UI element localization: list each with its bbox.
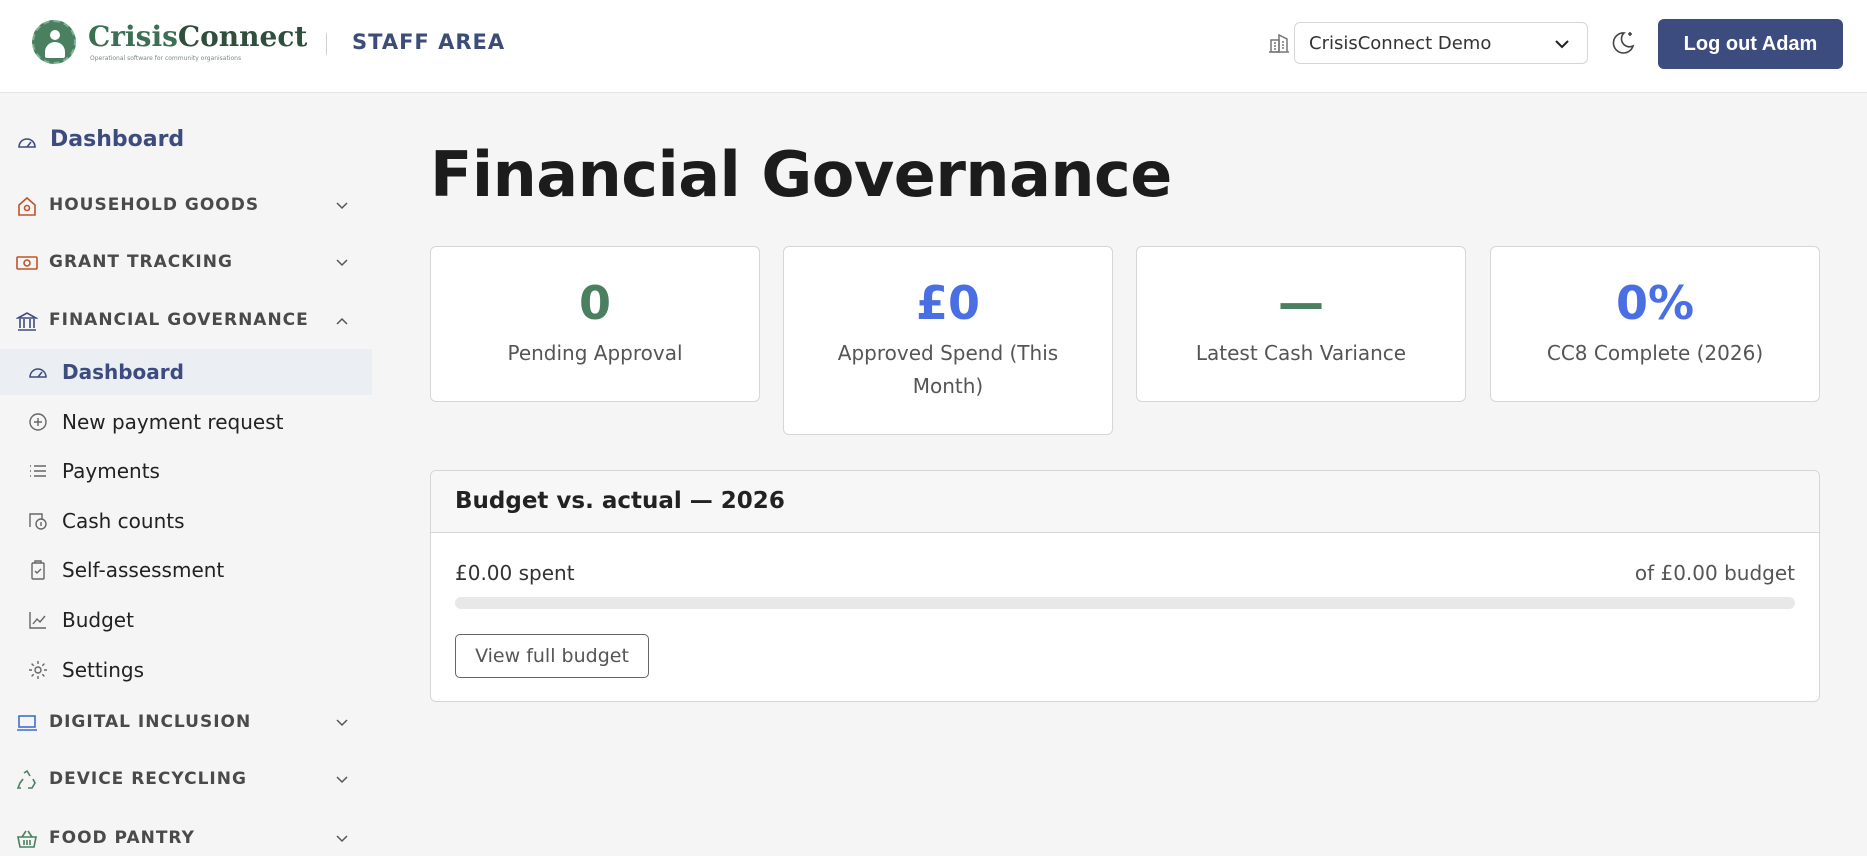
stat-value: 0 bbox=[578, 276, 611, 330]
chevron-down-icon bbox=[336, 259, 348, 267]
logo-name: CrisisConnect bbox=[88, 20, 308, 53]
cash-icon bbox=[16, 256, 38, 270]
list-icon bbox=[30, 465, 46, 477]
stat-card-pending-approval: 0 Pending Approval bbox=[430, 246, 760, 402]
sidebar-item-settings[interactable]: Settings bbox=[0, 647, 372, 693]
sidebar-section-digital-inclusion[interactable]: DIGITAL INCLUSION bbox=[16, 708, 356, 738]
stat-label: Approved Spend (This Month) bbox=[837, 341, 1059, 398]
sidebar-section-grant-tracking[interactable]: GRANT TRACKING bbox=[16, 248, 356, 278]
stat-value: 0% bbox=[1615, 276, 1695, 330]
clipboard-check-icon bbox=[31, 560, 45, 580]
sidebar-section-label: HOUSEHOLD GOODS bbox=[49, 195, 260, 215]
sidebar-item-budget[interactable]: Budget bbox=[0, 597, 372, 643]
gauge-icon bbox=[18, 138, 36, 148]
top-header: CrisisConnect Operational software for c… bbox=[0, 0, 1867, 93]
sidebar-item-label: New payment request bbox=[62, 410, 284, 434]
logo-tagline: Operational software for community organ… bbox=[90, 55, 242, 62]
sidebar-section-label: FINANCIAL GOVERNANCE bbox=[49, 310, 309, 330]
stat-value: £0 bbox=[915, 276, 980, 330]
sidebar-section-label: DIGITAL INCLUSION bbox=[49, 712, 252, 732]
laptop-icon bbox=[17, 715, 37, 731]
sidebar-section-label: GRANT TRACKING bbox=[49, 252, 233, 272]
stat-label: Latest Cash Variance bbox=[1195, 341, 1407, 365]
chevron-down-icon bbox=[336, 202, 348, 210]
basket-icon bbox=[17, 830, 37, 848]
line-chart-icon bbox=[29, 612, 46, 629]
stat-card-latest-cash-variance: — Latest Cash Variance bbox=[1136, 246, 1466, 402]
budget-spent: £0.00 spent bbox=[455, 561, 575, 585]
stat-card-cc8-complete: 0% CC8 Complete (2026) bbox=[1490, 246, 1820, 402]
moon-stars-icon[interactable] bbox=[1608, 28, 1638, 58]
sidebar-item-dashboard[interactable]: Dashboard bbox=[16, 127, 356, 157]
cash-count-icon bbox=[29, 513, 47, 530]
sidebar-item-label: Settings bbox=[62, 658, 145, 682]
page-title: Financial Governance bbox=[430, 138, 1172, 211]
building-icon bbox=[1269, 33, 1289, 53]
sidebar-item-label: Self-assessment bbox=[62, 558, 225, 582]
chevron-up-icon bbox=[336, 317, 348, 325]
logout-button[interactable]: Log out Adam bbox=[1658, 19, 1843, 69]
logo-person-icon bbox=[32, 20, 76, 64]
bank-icon bbox=[16, 312, 38, 331]
chevron-down-icon bbox=[336, 719, 348, 727]
budget-card-title: Budget vs. actual — 2026 bbox=[455, 488, 785, 514]
sidebar-item-payments[interactable]: Payments bbox=[0, 448, 372, 494]
sidebar-section-household-goods[interactable]: HOUSEHOLD GOODS bbox=[16, 191, 356, 221]
budget-total: of £0.00 budget bbox=[1634, 561, 1795, 585]
sidebar-item-label: Budget bbox=[62, 608, 134, 632]
stat-card-approved-spend: £0 Approved Spend (This Month) bbox=[783, 246, 1113, 435]
gauge-icon bbox=[29, 368, 47, 378]
stat-label: CC8 Complete (2026) bbox=[1546, 341, 1764, 365]
sidebar-section-financial-governance[interactable]: FINANCIAL GOVERNANCE bbox=[16, 306, 356, 336]
house-icon bbox=[18, 196, 36, 216]
sidebar-section-food-pantry[interactable]: FOOD PANTRY bbox=[16, 824, 356, 854]
sidebar-item-new-payment-request[interactable]: New payment request bbox=[0, 399, 372, 445]
chevron-down-icon bbox=[1555, 40, 1569, 49]
sidebar-item-cash-counts[interactable]: Cash counts bbox=[0, 498, 372, 544]
sidebar-section-label: FOOD PANTRY bbox=[49, 828, 195, 848]
sidebar-item-label: Dashboard bbox=[50, 127, 185, 152]
sidebar-section-device-recycling[interactable]: DEVICE RECYCLING bbox=[16, 765, 356, 795]
plus-circle-icon bbox=[29, 413, 47, 431]
gear-icon bbox=[29, 661, 47, 679]
sidebar-item-self-assessment[interactable]: Self-assessment bbox=[0, 547, 372, 593]
budget-card-header: Budget vs. actual — 2026 bbox=[431, 471, 1819, 533]
budget-progress-bar bbox=[455, 597, 1795, 609]
chevron-down-icon bbox=[336, 835, 348, 843]
view-full-budget-button[interactable]: View full budget bbox=[455, 634, 649, 678]
sidebar: Dashboard HOUSEHOLD GOODS GRANT TRACKING… bbox=[0, 93, 372, 856]
sidebar-item-label: Dashboard bbox=[62, 360, 184, 384]
sidebar-item-label: Payments bbox=[62, 459, 160, 483]
organisation-select[interactable]: CrisisConnect Demo bbox=[1294, 22, 1588, 64]
header-divider bbox=[326, 33, 327, 55]
recycle-icon bbox=[16, 769, 36, 789]
stat-label: Pending Approval bbox=[507, 341, 683, 365]
crisisconnect-logo[interactable]: CrisisConnect Operational software for c… bbox=[32, 18, 307, 68]
organisation-select-value: CrisisConnect Demo bbox=[1309, 33, 1492, 54]
stat-value: — bbox=[1278, 276, 1324, 330]
sidebar-section-label: DEVICE RECYCLING bbox=[49, 769, 247, 789]
sidebar-item-governance-dashboard[interactable]: Dashboard bbox=[0, 349, 372, 395]
chevron-down-icon bbox=[336, 776, 348, 784]
budget-card: Budget vs. actual — 2026 £0.00 spent of … bbox=[430, 470, 1820, 702]
sidebar-item-label: Cash counts bbox=[62, 509, 185, 533]
area-label: STAFF AREA bbox=[352, 30, 506, 54]
